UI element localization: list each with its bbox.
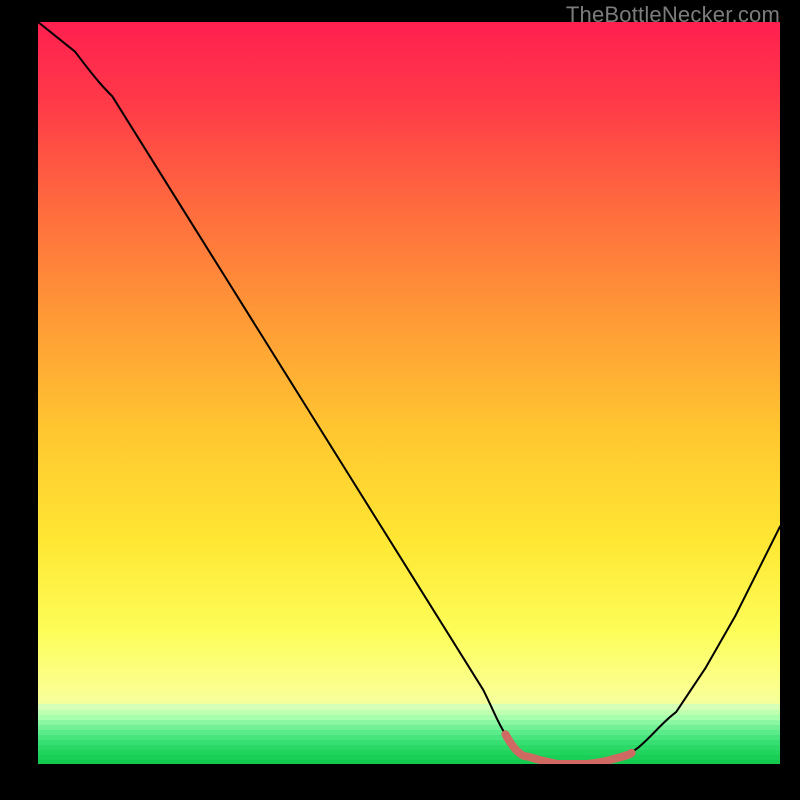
plot-area xyxy=(38,22,780,764)
bottleneck-curve xyxy=(38,22,780,764)
chart-frame: TheBottleNecker.com xyxy=(0,0,800,800)
watermark-text: TheBottleNecker.com xyxy=(566,2,780,28)
optimal-region-path xyxy=(505,734,631,764)
curve-path xyxy=(38,22,780,764)
